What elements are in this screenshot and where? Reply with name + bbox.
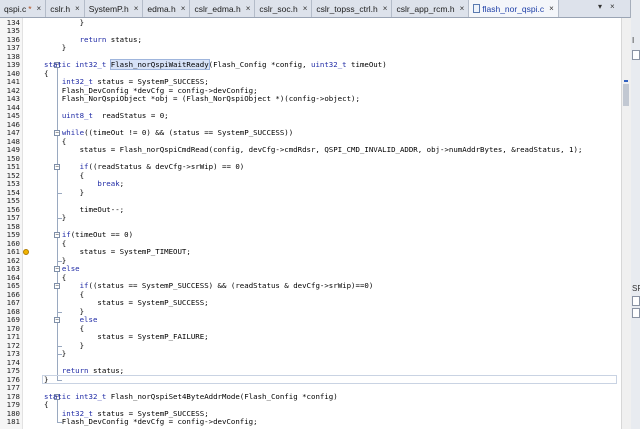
- tab-label: SystemP.h: [88, 3, 129, 14]
- tab-cslr-app-rcm-h[interactable]: cslr_app_rcm.h ×: [392, 0, 470, 17]
- close-tab-icon[interactable]: ×: [303, 4, 308, 13]
- editor-tab-bar: qspi.c * × cslr.h × SystemP.h × edma.h × cslr_edm…: [0, 0, 630, 18]
- tab-label: qspi.c: [4, 3, 27, 14]
- highlighted-identifier: Flash_norQspiWaitReady: [109, 59, 210, 70]
- code-line[interactable]: 171 status = SystemP_FAILURE;: [0, 332, 621, 342]
- code-line[interactable]: 139 static int32_t Flash_norQspiWaitReady…: [0, 59, 621, 70]
- code-line[interactable]: 151 if((readStatus & devCfg->srWip) == 0…: [0, 162, 621, 172]
- tab-label: cslr_app_rcm.h: [396, 3, 455, 14]
- side-panel-section-close[interactable]: [632, 308, 640, 318]
- tab-systemp-h[interactable]: SystemP.h ×: [85, 0, 144, 17]
- code-line[interactable]: 145 uint8_t readStatus = 0;: [0, 111, 621, 121]
- code-line[interactable]: 157 }: [0, 213, 621, 223]
- close-editor-icon[interactable]: ×: [610, 2, 615, 11]
- tab-flash-nor-qspi-c[interactable]: flash_nor_qspi.c ×: [469, 0, 559, 17]
- code-text: }: [44, 349, 67, 358]
- code-line[interactable]: 169 else: [0, 315, 621, 325]
- code-line[interactable]: 161 status = SystemP_TIMEOUT;: [0, 247, 621, 257]
- code-line[interactable]: 162 }: [0, 256, 621, 266]
- code-editor[interactable]: − − − − − − − − 134 } 135 136 return status; 137 }…: [0, 18, 621, 429]
- close-tab-icon[interactable]: ×: [181, 4, 186, 13]
- tab-label: cslr.h: [50, 3, 71, 14]
- side-panel-button[interactable]: [632, 50, 640, 60]
- code-text: status = SystemP_TIMEOUT;: [44, 247, 191, 256]
- tab-label: cslr_edma.h: [194, 3, 241, 14]
- code-text: Flash_NorQspiObject *obj = (Flash_NorQsp…: [44, 94, 360, 103]
- code-text: }: [44, 43, 67, 52]
- scrollbar-thumb[interactable]: [623, 84, 629, 106]
- code-text: }: [44, 18, 85, 27]
- code-line[interactable]: 178 static int32_t Flash_norQspiSet4ByteA…: [0, 391, 621, 402]
- breakpoint-icon[interactable]: [23, 249, 29, 255]
- tab-label: flash_nor_qspi.c: [482, 3, 545, 14]
- code-line[interactable]: 167 status = SystemP_SUCCESS;: [0, 298, 621, 308]
- vertical-scrollbar[interactable]: [621, 18, 631, 429]
- code-line[interactable]: 149 status = Flash_norQspiCmdRead(config…: [0, 145, 621, 155]
- code-line[interactable]: 136 return status;: [0, 35, 621, 45]
- close-tab-icon[interactable]: ×: [134, 4, 139, 13]
- overview-marker: [624, 80, 628, 82]
- modified-indicator: *: [28, 3, 32, 14]
- side-panel-section-label: SF: [632, 284, 640, 293]
- code-line[interactable]: 172 }: [0, 341, 621, 351]
- code-line[interactable]: 159 if(timeOut == 0): [0, 230, 621, 240]
- tab-cslr-topss-ctrl-h[interactable]: cslr_topss_ctrl.h ×: [312, 0, 393, 17]
- line-number: 181: [6, 417, 20, 426]
- close-tab-icon[interactable]: ×: [246, 4, 251, 13]
- side-panel-section-button[interactable]: [632, 296, 640, 306]
- code-line[interactable]: 181 Flash_DevConfig *devCfg = config->de…: [0, 417, 621, 427]
- code-line[interactable]: 137 }: [0, 43, 621, 53]
- code-text: static int32_t Flash_norQspiSet4ByteAddr…: [44, 391, 338, 401]
- code-line[interactable]: 134 }: [0, 18, 621, 28]
- close-tab-icon[interactable]: ×: [549, 4, 554, 13]
- close-tab-icon[interactable]: ×: [460, 4, 465, 13]
- code-line[interactable]: 165 if((status == SystemP_SUCCESS) && (r…: [0, 281, 621, 291]
- code-line[interactable]: 154 }: [0, 187, 621, 198]
- tab-cslr-soc-h[interactable]: cslr_soc.h ×: [255, 0, 313, 17]
- code-line[interactable]: 173 }: [0, 349, 621, 359]
- side-panel-label: I: [632, 36, 635, 45]
- code-text: static int32_t Flash_norQspiWaitReady(Fl…: [44, 59, 387, 70]
- code-line[interactable]: 147 while((timeOut != 0) && (status == S…: [0, 128, 621, 138]
- code-text: status = Flash_norQspiCmdRead(config, de…: [44, 145, 583, 154]
- file-icon: [473, 4, 481, 13]
- tab-list-menu-icon[interactable]: ▾: [598, 2, 602, 11]
- code-text: uint8_t readStatus = 0;: [61, 111, 169, 120]
- code-text: while((timeOut != 0) && (status == Syste…: [61, 128, 294, 137]
- code-line[interactable]: 156 timeOut--;: [0, 205, 621, 215]
- code-text: Flash_DevConfig *devCfg = config->devCon…: [44, 417, 258, 426]
- code-line[interactable]: 153 break;: [0, 179, 621, 189]
- current-line-highlight: [42, 375, 617, 384]
- code-line[interactable]: 163 else: [0, 264, 621, 274]
- close-tab-icon[interactable]: ×: [37, 4, 42, 13]
- tab-edma-h[interactable]: edma.h ×: [143, 0, 191, 17]
- tab-cslr-h[interactable]: cslr.h ×: [46, 0, 85, 17]
- tab-label: edma.h: [147, 3, 176, 14]
- side-panel: I SF: [630, 0, 640, 429]
- code-text: if((status == SystemP_SUCCESS) && (readS…: [79, 281, 374, 290]
- close-tab-icon[interactable]: ×: [75, 4, 80, 13]
- code-line[interactable]: 143 Flash_NorQspiObject *obj = (Flash_No…: [0, 94, 621, 104]
- tab-label: cslr_topss_ctrl.h: [316, 3, 378, 14]
- tab-label: cslr_soc.h: [259, 3, 298, 14]
- code-text: }: [44, 187, 85, 197]
- code-text: }: [44, 213, 67, 222]
- tab-cslr-edma-h[interactable]: cslr_edma.h ×: [190, 0, 256, 17]
- tab-qspi-c[interactable]: qspi.c * ×: [0, 0, 47, 17]
- close-tab-icon[interactable]: ×: [383, 4, 388, 13]
